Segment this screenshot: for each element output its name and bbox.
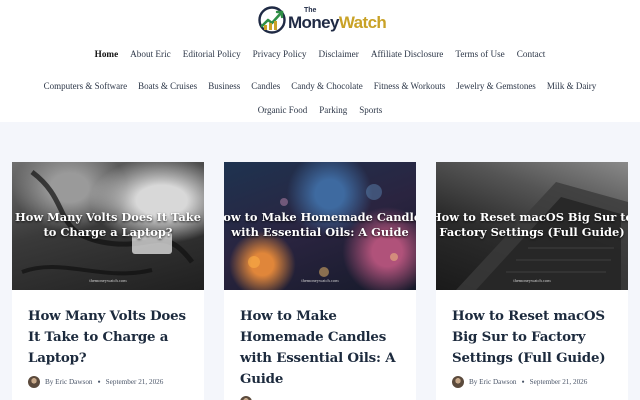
thumbnail-title: How Many Volts Does It Take to Charge a …: [15, 210, 201, 241]
primary-nav: Home About Eric Editorial Policy Privacy…: [0, 49, 640, 59]
category-jewelry-gemstones[interactable]: Jewelry & Gemstones: [456, 81, 535, 91]
thumbnail-line: to Charge a Laptop?: [43, 225, 173, 239]
money-watch-logo-icon: [258, 6, 286, 34]
category-fitness-workouts[interactable]: Fitness & Workouts: [374, 81, 446, 91]
article-meta: By Eric Dawson • September 21, 2026: [28, 376, 163, 388]
article-title[interactable]: How Many Volts Does It Take to Charge a …: [28, 306, 193, 369]
article-title[interactable]: How to Reset macOS Big Sur to Factory Se…: [452, 306, 617, 369]
category-milk-dairy[interactable]: Milk & Dairy: [547, 81, 597, 91]
thumbnail-title: How to Reset macOS Big Sur to Factory Se…: [436, 210, 628, 241]
author-avatar: [452, 376, 464, 388]
nav-home[interactable]: Home: [95, 49, 118, 59]
nav-about-eric[interactable]: About Eric: [130, 49, 171, 59]
article-meta: [240, 396, 257, 400]
author-avatar: [28, 376, 40, 388]
article-date: September 21, 2026: [105, 378, 164, 386]
nav-editorial-policy[interactable]: Editorial Policy: [183, 49, 241, 59]
category-nav: Computers & Software Boats & Cruises Bus…: [0, 81, 640, 91]
article-title[interactable]: How to Make Homemade Candles with Essent…: [240, 306, 405, 390]
thumbnail-line: with Essential Oils: A Guide: [231, 225, 409, 239]
logo-money: Money: [288, 13, 339, 32]
category-business[interactable]: Business: [208, 81, 240, 91]
site-logo[interactable]: The MoneyWatch: [258, 5, 387, 35]
nav-disclaimer[interactable]: Disclaimer: [319, 49, 359, 59]
article-card[interactable]: How Many Volts Does It Take to Charge a …: [12, 162, 204, 400]
thumbnail-line: How Many Volts Does It Take: [15, 209, 201, 224]
logo-wordmark: The MoneyWatch: [288, 5, 387, 35]
article-date: September 21, 2026: [529, 378, 588, 386]
thumbnail-line: How to Make Homemade Candles: [224, 209, 416, 224]
article-thumbnail[interactable]: How to Make Homemade Candles with Essent…: [224, 162, 416, 290]
meta-separator-icon: •: [521, 377, 525, 387]
category-boats-cruises[interactable]: Boats & Cruises: [138, 81, 197, 91]
author-avatar: [240, 396, 252, 400]
article-author[interactable]: By Eric Dawson: [469, 378, 517, 386]
thumbnail-watermark: themoneywatch.com: [301, 278, 339, 283]
category-nav-row-2: Organic Food Parking Sports: [0, 105, 640, 115]
meta-separator-icon: •: [97, 377, 101, 387]
nav-affiliate-disclosure[interactable]: Affiliate Disclosure: [371, 49, 444, 59]
logo-watch: Watch: [338, 13, 387, 32]
article-author[interactable]: By Eric Dawson: [45, 378, 93, 386]
category-candy-chocolate[interactable]: Candy & Chocolate: [291, 81, 363, 91]
category-candles[interactable]: Candles: [251, 81, 280, 91]
category-sports[interactable]: Sports: [359, 105, 382, 115]
category-computers-software[interactable]: Computers & Software: [44, 81, 128, 91]
thumbnail-watermark: themoneywatch.com: [513, 278, 551, 283]
category-organic-food[interactable]: Organic Food: [258, 105, 308, 115]
article-card[interactable]: How to Reset macOS Big Sur to Factory Se…: [436, 162, 628, 400]
thumbnail-line: Factory Settings (Full Guide): [439, 225, 625, 239]
nav-privacy-policy[interactable]: Privacy Policy: [253, 49, 307, 59]
thumbnail-watermark: themoneywatch.com: [89, 278, 127, 283]
article-thumbnail[interactable]: How Many Volts Does It Take to Charge a …: [12, 162, 204, 290]
thumbnail-line: How to Reset macOS Big Sur to: [436, 209, 628, 224]
article-meta: By Eric Dawson • September 21, 2026: [452, 376, 587, 388]
nav-terms-of-use[interactable]: Terms of Use: [455, 49, 504, 59]
article-thumbnail[interactable]: How to Reset macOS Big Sur to Factory Se…: [436, 162, 628, 290]
thumbnail-title: How to Make Homemade Candles with Essent…: [224, 210, 416, 241]
article-card[interactable]: How to Make Homemade Candles with Essent…: [224, 162, 416, 400]
nav-contact[interactable]: Contact: [517, 49, 546, 59]
site-header: The MoneyWatch Home About Eric Editorial…: [0, 0, 640, 122]
category-parking[interactable]: Parking: [319, 105, 347, 115]
